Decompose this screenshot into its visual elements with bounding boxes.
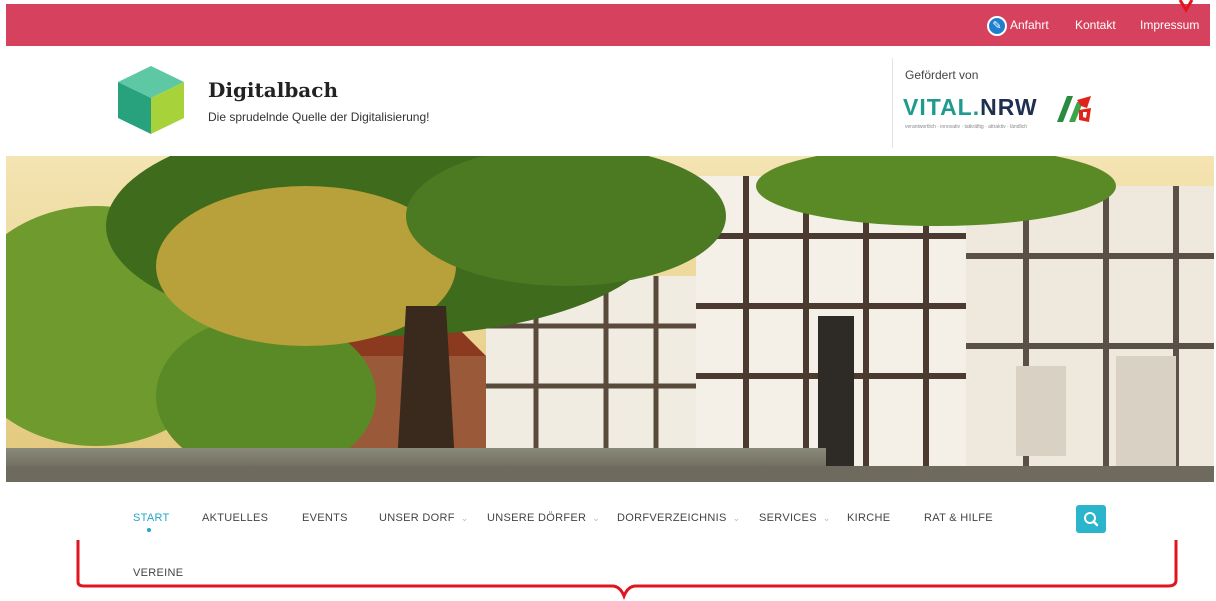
search-icon xyxy=(1084,512,1099,527)
nav-label: EVENTS xyxy=(302,512,348,524)
pencil-icon[interactable]: ✎ xyxy=(987,16,1007,36)
topbar-link-kontakt[interactable]: Kontakt xyxy=(1075,4,1116,46)
nav-label: AKTUELLES xyxy=(202,512,269,524)
nav-label: VEREINE xyxy=(133,567,184,579)
nav-item-dorfverzeichnis[interactable]: DORFVERZEICHNIS ⌄ xyxy=(617,512,740,524)
cube-logo-icon[interactable] xyxy=(116,64,186,136)
search-button[interactable] xyxy=(1076,505,1106,533)
chevron-down-icon: ⌄ xyxy=(822,513,831,523)
site-title[interactable]: Digitalbach xyxy=(208,78,338,102)
vital-brand-part2: NRW xyxy=(980,94,1038,120)
chevron-down-icon: ⌄ xyxy=(460,513,469,523)
nav-item-services[interactable]: SERVICES ⌄ xyxy=(759,512,831,524)
annotation-bracket xyxy=(76,540,1178,601)
nav-label: KIRCHE xyxy=(847,512,891,524)
nav-item-aktuelles[interactable]: AKTUELLES xyxy=(202,512,268,524)
sponsor-box: Gefördert von VITAL.NRW verantwortlich ·… xyxy=(892,58,1123,148)
nav-item-vereine[interactable]: VEREINE xyxy=(133,567,183,579)
nav-item-unsere-doerfer[interactable]: UNSERE DÖRFER ⌄ xyxy=(487,512,600,524)
nav-label: UNSER DORF xyxy=(379,512,455,524)
vital-brand-part1: VITAL. xyxy=(903,94,981,120)
nav-label: START xyxy=(133,512,170,524)
nav-item-rat-hilfe[interactable]: RAT & HILFE xyxy=(924,512,993,524)
nrw-flag-icon xyxy=(1057,96,1091,122)
nav-item-events[interactable]: EVENTS xyxy=(302,512,348,524)
chevron-down-icon: ⌄ xyxy=(732,513,741,523)
nav-label: UNSERE DÖRFER xyxy=(487,512,587,524)
vital-subtitle: verantwortlich · innovativ · tatkräftig … xyxy=(905,124,1027,130)
nav-label: DORFVERZEICHNIS xyxy=(617,512,727,524)
topbar-link-anfahrt[interactable]: Anfahrt xyxy=(1010,4,1049,46)
vital-nrw-logo[interactable]: VITAL.NRW xyxy=(903,94,1038,121)
nav-label: SERVICES xyxy=(759,512,817,524)
active-indicator xyxy=(147,528,151,532)
topbar-link-impressum[interactable]: Impressum xyxy=(1140,4,1199,46)
nav-item-unser-dorf[interactable]: UNSER DORF ⌄ xyxy=(379,512,469,524)
site-tagline: Die sprudelnde Quelle der Digitalisierun… xyxy=(208,110,430,124)
hero-image xyxy=(6,156,1214,482)
chevron-down-icon: ⌄ xyxy=(592,513,601,523)
nav-item-kirche[interactable]: KIRCHE xyxy=(847,512,890,524)
sponsor-label: Gefördert von xyxy=(905,68,979,82)
nav-item-start[interactable]: START xyxy=(133,512,170,532)
nav-label: RAT & HILFE xyxy=(924,512,993,524)
